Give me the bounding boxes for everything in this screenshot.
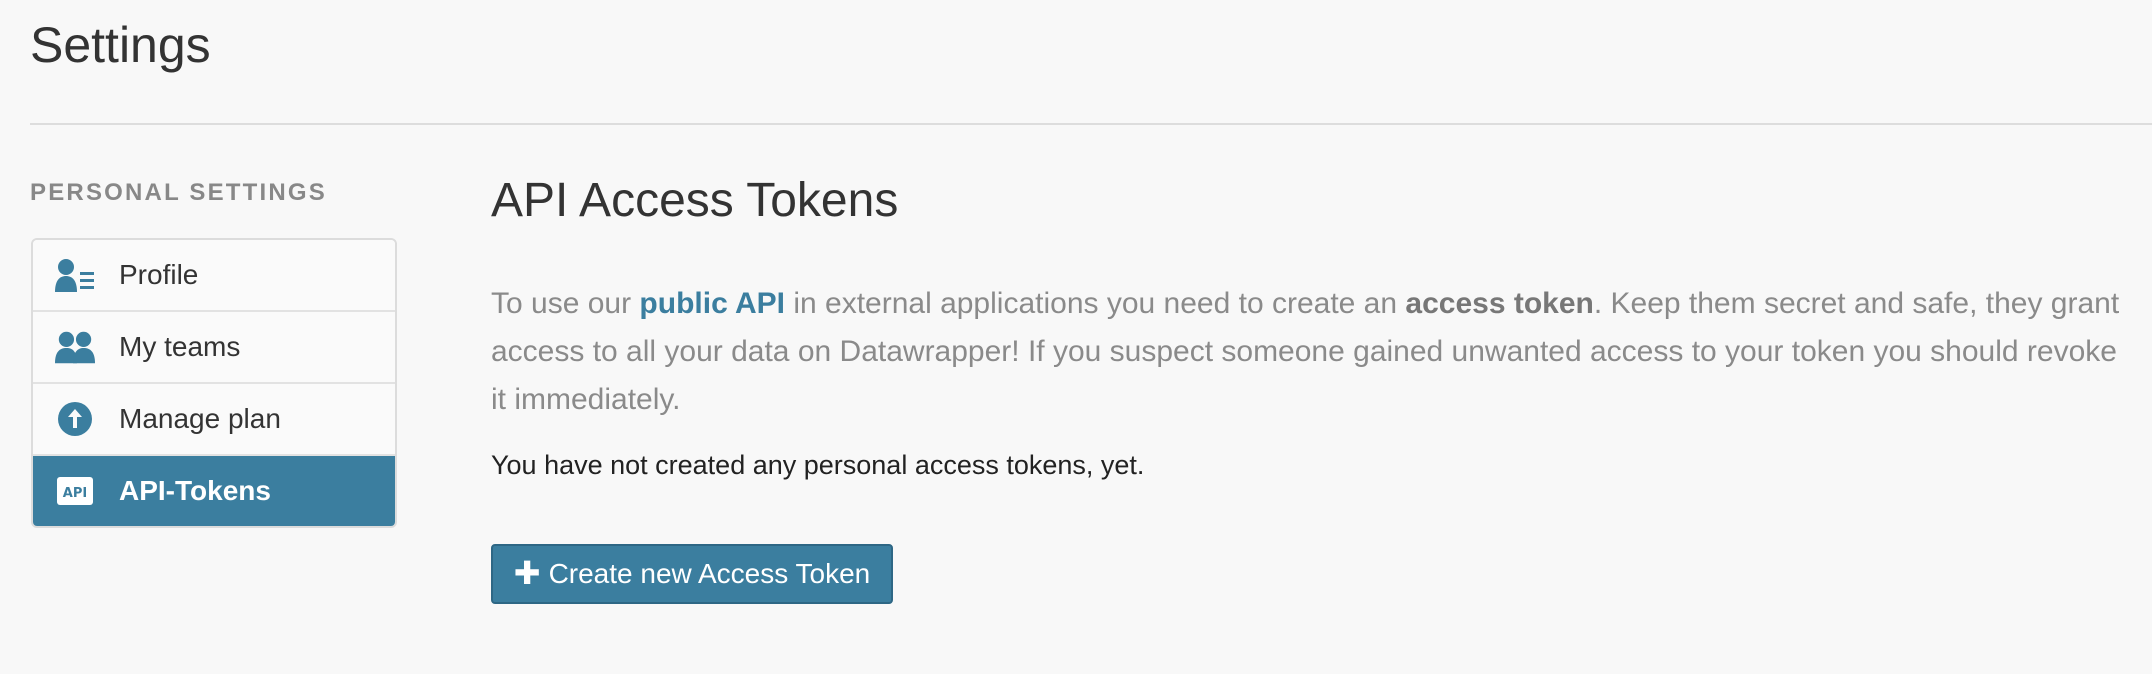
public-api-link[interactable]: public API: [639, 287, 785, 320]
api-icon: API: [55, 471, 95, 511]
create-button-label: Create new Access Token: [548, 558, 871, 589]
no-tokens-notice: You have not created any personal access…: [491, 450, 1145, 480]
intro-text-part: To use our: [491, 287, 640, 320]
sidebar-item-manage-plan[interactable]: Manage plan: [33, 384, 395, 456]
header-divider: [30, 123, 2152, 125]
intro-text-part: in external applications you need to cre…: [784, 287, 1406, 320]
upgrade-arrow-icon: [55, 399, 95, 439]
page-title: Settings: [30, 17, 211, 73]
sidebar-item-label: API-Tokens: [119, 475, 271, 506]
sidebar-item-label: My teams: [119, 331, 241, 362]
sidebar-item-api-tokens[interactable]: API API-Tokens: [33, 456, 395, 526]
main-heading: API Access Tokens: [491, 174, 899, 227]
create-access-token-button[interactable]: ✚ Create new Access Token: [491, 544, 893, 604]
profile-icon: [55, 255, 95, 295]
sidebar-item-my-teams[interactable]: My teams: [33, 312, 395, 384]
settings-nav: Profile My teams Manage plan API API-Tok…: [31, 238, 397, 528]
sidebar-item-label: Manage plan: [119, 403, 281, 434]
sidebar-heading: PERSONAL SETTINGS: [30, 179, 327, 206]
intro-text: To use our public API in external applic…: [491, 280, 2131, 424]
sidebar-item-label: Profile: [119, 259, 199, 290]
sidebar-item-profile[interactable]: Profile: [33, 240, 395, 312]
access-token-emphasis: access token: [1405, 287, 1594, 320]
settings-page: Settings PERSONAL SETTINGS Profile My te…: [0, 0, 2152, 674]
plus-icon: ✚: [513, 554, 541, 591]
teams-icon: [55, 327, 95, 367]
svg-text:API: API: [63, 486, 87, 501]
